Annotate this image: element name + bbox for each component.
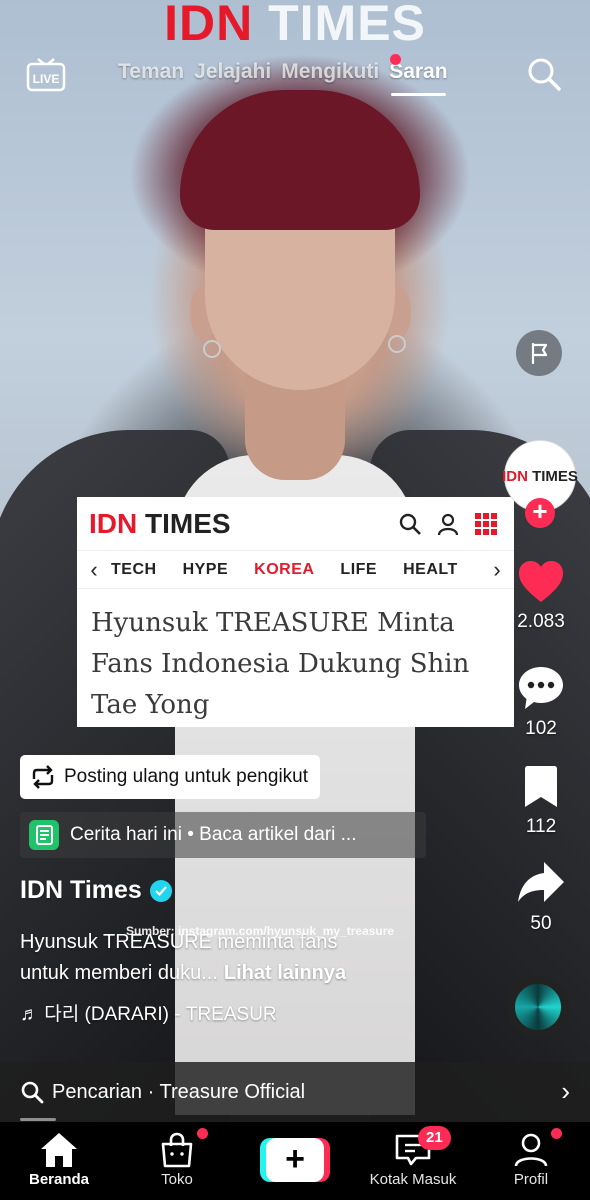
nav-profile[interactable]: Profil <box>472 1122 590 1200</box>
article-grid-icon <box>475 512 497 535</box>
story-label: Cerita hari ini • Baca artikel dari ... <box>70 824 357 845</box>
svg-text:LIVE: LIVE <box>33 72 60 86</box>
bookmark-count: 112 <box>525 816 557 837</box>
earring-left <box>203 340 221 358</box>
nav-shop[interactable]: Toko <box>118 1122 236 1200</box>
article-search-icon <box>399 513 421 535</box>
flag-icon[interactable] <box>516 330 562 376</box>
tab-teman[interactable]: Teman <box>118 60 184 84</box>
comment-count: 102 <box>525 718 557 739</box>
article-categories: ‹ TECH HYPE KOREA LIFE HEALT › <box>77 551 514 589</box>
article-icon <box>29 820 59 850</box>
brand-watermark: IDN TIMES <box>0 0 590 52</box>
shopping-bag-icon <box>161 1132 193 1168</box>
chevron-right-icon: › <box>561 1076 570 1106</box>
share-button[interactable]: 50 <box>510 860 572 935</box>
nav-home[interactable]: Beranda <box>0 1122 118 1200</box>
article-card: IDN TIMES ‹ TECH HYPE KOREA LIFE HEALT ›… <box>77 497 514 727</box>
category-life: LIFE <box>340 560 378 578</box>
home-icon <box>41 1133 77 1167</box>
profile-notification-dot <box>551 1128 562 1139</box>
share-arrow-icon <box>518 862 564 902</box>
article-user-icon <box>437 513 459 535</box>
story-link[interactable]: Cerita hari ini • Baca artikel dari ... <box>20 812 426 858</box>
music-track[interactable]: ♬ 다리 (DARARI) - TREASUR <box>20 999 320 1026</box>
caption-line-2: untuk memberi duku... <box>20 962 218 984</box>
create-button[interactable]: + <box>260 1138 330 1182</box>
inbox-count-badge: 21 <box>418 1126 451 1150</box>
shop-notification-dot <box>197 1128 208 1139</box>
like-button[interactable]: 2.083 <box>510 560 572 633</box>
nav-inbox-label: Kotak Masuk <box>369 1171 457 1188</box>
author-label: IDN Times <box>20 876 142 904</box>
search-suggestion-label: Pencarian · Treasure Official <box>52 1080 306 1103</box>
repost-button[interactable]: Posting ulang untuk pengikut <box>20 755 321 799</box>
article-header-icons <box>398 512 514 536</box>
comment-icon <box>519 667 563 709</box>
article-title: Hyunsuk TREASURE Minta Fans Indonesia Du… <box>91 608 470 720</box>
earring-right <box>388 335 406 353</box>
nav-create[interactable]: + <box>236 1122 354 1200</box>
repost-label: Posting ulang untuk pengikut <box>64 766 309 787</box>
nav-home-label: Beranda <box>28 1171 90 1188</box>
search-icon[interactable] <box>526 56 562 92</box>
category-health: HEALT <box>403 560 458 578</box>
nav-profile-label: Profil <box>513 1171 549 1188</box>
verified-icon <box>149 879 172 902</box>
bottom-nav: Beranda Toko + Kotak Masuk 21 Profil <box>0 1122 590 1200</box>
chevron-left-icon: ‹ <box>90 556 98 582</box>
bookmark-icon <box>525 766 557 807</box>
bookmark-button[interactable]: 112 <box>510 765 572 838</box>
category-korea: KOREA <box>254 560 315 578</box>
chevron-right-icon: › <box>493 556 501 582</box>
article-logo: IDN TIMES <box>89 507 231 539</box>
search-suggestion-bar[interactable]: Pencarian · Treasure Official › <box>0 1062 590 1122</box>
source-credit: Sumber: instagram.com/hyunsuk_my_treasur… <box>126 924 395 938</box>
plus-icon: + <box>266 1138 324 1182</box>
comment-button[interactable]: 102 <box>510 665 572 740</box>
tab-jelajahi[interactable]: Jelajahi <box>194 60 271 84</box>
category-hype: HYPE <box>182 560 229 578</box>
share-count: 50 <box>530 913 552 934</box>
article-header: IDN TIMES <box>77 497 514 551</box>
like-count: 2.083 <box>517 611 565 632</box>
video-progress[interactable] <box>20 1118 56 1121</box>
nav-inbox[interactable]: Kotak Masuk 21 <box>354 1122 472 1200</box>
author-name[interactable]: IDN Times <box>20 876 172 905</box>
music-disc-icon[interactable] <box>507 976 569 1038</box>
search-small-icon <box>21 1081 44 1104</box>
live-icon[interactable]: LIVE <box>26 58 66 92</box>
heart-icon <box>519 561 563 602</box>
repost-icon <box>32 765 54 789</box>
following-notification-dot <box>390 54 401 65</box>
tab-mengikuti[interactable]: Mengikuti <box>281 60 379 84</box>
brand-times: TIMES <box>268 0 426 51</box>
see-more-link[interactable]: Lihat lainnya <box>224 962 346 984</box>
nav-shop-label: Toko <box>161 1171 193 1188</box>
follow-plus-button[interactable]: + <box>525 498 555 528</box>
brand-idn: IDN <box>164 0 254 51</box>
category-tech: TECH <box>111 560 157 578</box>
hair <box>180 90 420 230</box>
profile-icon <box>514 1133 548 1167</box>
